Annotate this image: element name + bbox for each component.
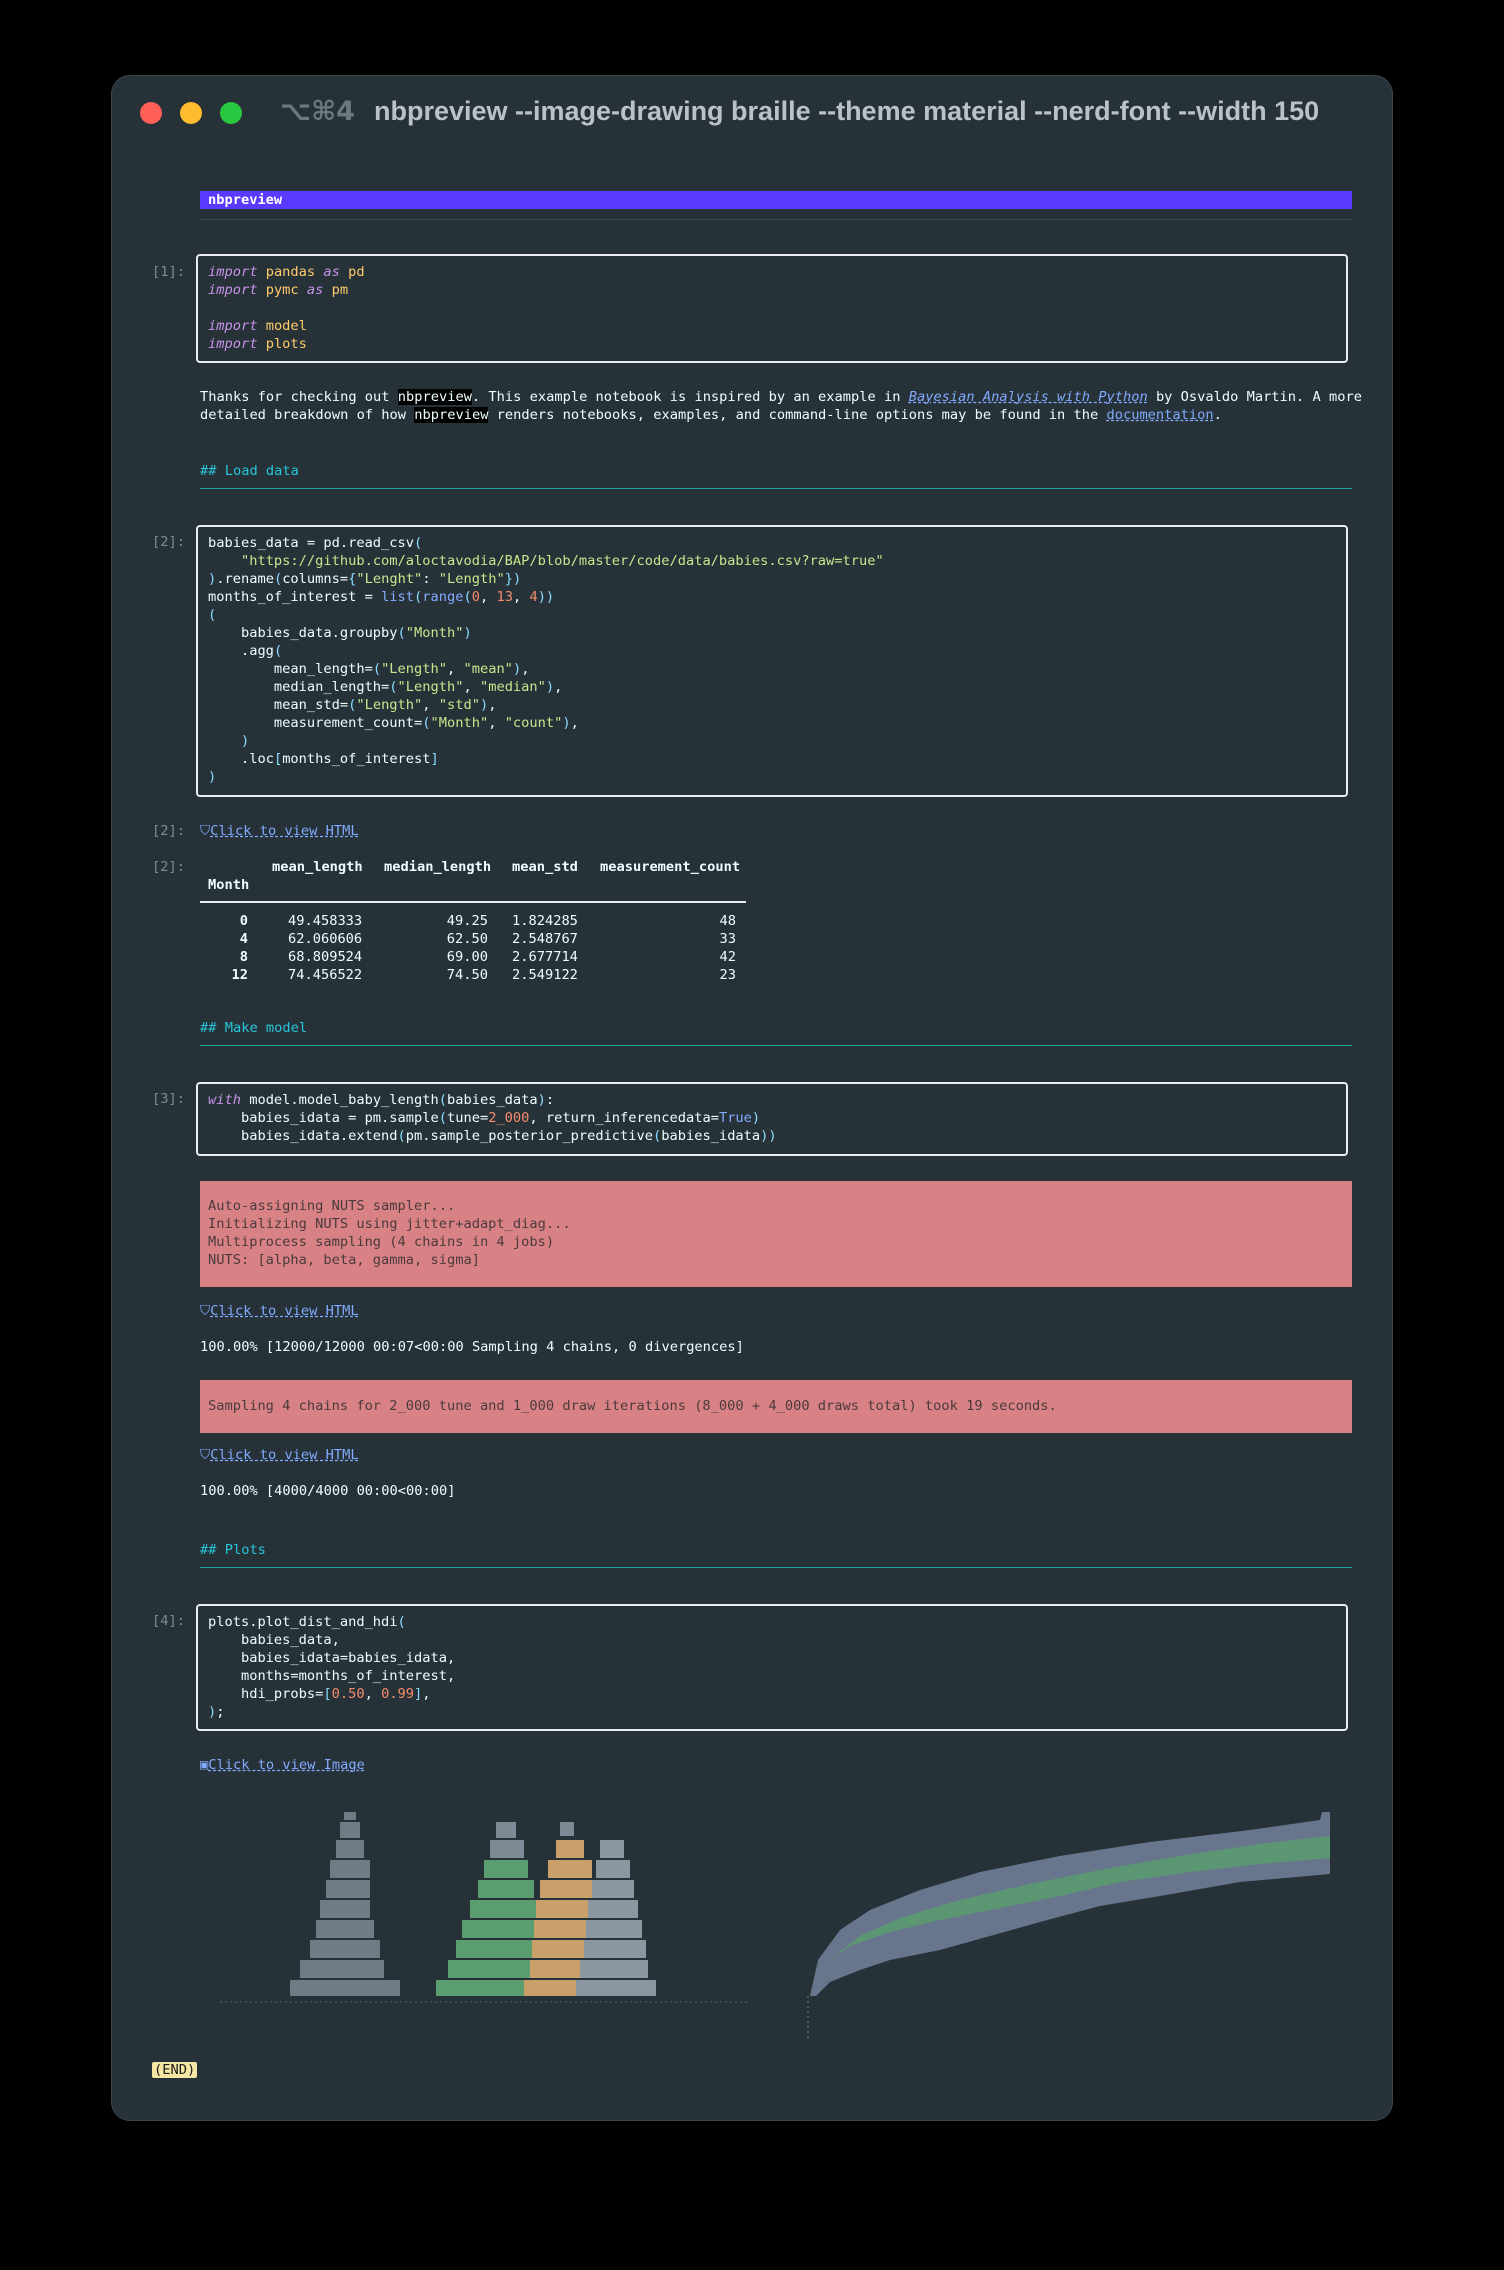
terminal-window: ⌥⌘4 nbpreview --image-drawing braille --…	[112, 76, 1392, 2120]
code-cell-1[interactable]: import pandas as pd import pymc as pm im…	[196, 254, 1348, 363]
minimize-window-button[interactable]	[180, 102, 202, 124]
table-row: 12 74.456522 74.50 2.549122 23	[231, 967, 736, 983]
heading-load-data: ## Load data	[200, 463, 299, 479]
table-row: 0 49.458333 49.25 1.824285 48	[239, 913, 736, 929]
heading-rule	[200, 1045, 1352, 1046]
histogram-month-4	[436, 1822, 540, 1996]
column-header: measurement_count	[600, 859, 741, 875]
heading-rule	[200, 488, 1352, 489]
table-row: 4 62.060606 62.50 2.548767 33	[239, 931, 736, 947]
code-load-data: babies_data = pd.read_csv( "https://gith…	[208, 535, 884, 785]
dataframe-table: mean_length median_length mean_std measu…	[200, 858, 760, 983]
view-html-link-2[interactable]: ⛉Click to view HTML	[200, 1302, 359, 1320]
book-link[interactable]: Bayesian Analysis with Python	[909, 389, 1148, 405]
heading-make-model: ## Make model	[200, 1020, 308, 1036]
column-header: mean_std	[512, 859, 578, 875]
code-plot: plots.plot_dist_and_hdi( babies_data, ba…	[208, 1614, 456, 1720]
code-cell-3[interactable]: with model.model_baby_length(babies_data…	[196, 1082, 1348, 1156]
header-rule	[200, 219, 1352, 220]
cell-prompt: [1]:	[152, 264, 185, 280]
pager-end-marker: (END)	[152, 2062, 198, 2078]
zoom-window-button[interactable]	[220, 102, 242, 124]
stderr-output: Auto-assigning NUTS sampler... Initializ…	[200, 1181, 1352, 1287]
code-imports: import pandas as pd import pymc as pm im…	[208, 264, 365, 352]
html-file-icon: ⛉	[200, 823, 211, 839]
index-header: Month	[208, 877, 250, 893]
braille-plot-image	[220, 1812, 1330, 2040]
histogram-month-0	[290, 1812, 400, 1996]
cell-prompt: [4]:	[152, 1613, 185, 1629]
cell-prompt: [2]:	[152, 534, 185, 550]
html-file-icon: ⛉	[200, 1303, 211, 1319]
view-html-link-3[interactable]: ⛉Click to view HTML	[200, 1446, 359, 1464]
intro-paragraph: Thanks for checking out nbpreview. This …	[200, 389, 1362, 423]
close-window-button[interactable]	[140, 102, 162, 124]
progress-output: 100.00% [4000/4000 00:00<00:00]	[200, 1483, 456, 1499]
html-file-icon: ⛉	[200, 1447, 211, 1463]
heading-rule	[200, 1567, 1352, 1568]
notebook-name: nbpreview	[208, 192, 283, 208]
hdi-band-outer	[810, 1812, 1330, 1996]
notebook-header-bar: nbpreview	[200, 191, 1352, 209]
output-prompt: [2]:	[152, 859, 185, 875]
column-header: mean_length	[272, 859, 363, 875]
view-html-link-1[interactable]: ⛉Click to view HTML	[200, 822, 359, 840]
view-image-link[interactable]: ▣Click to view Image	[200, 1756, 365, 1774]
stderr-output: Sampling 4 chains for 2_000 tune and 1_0…	[200, 1380, 1352, 1433]
cell-prompt: [3]:	[152, 1091, 185, 1107]
table-row: 8 68.809524 69.00 2.677714 42	[239, 949, 736, 965]
window-title: nbpreview --image-drawing braille --them…	[374, 96, 1320, 126]
tab-shortcut: ⌥⌘4	[280, 96, 355, 127]
table-rule	[200, 901, 746, 903]
output-prompt: [2]:	[152, 823, 185, 839]
heading-plots: ## Plots	[200, 1542, 266, 1558]
title-bar: ⌥⌘4 nbpreview --image-drawing braille --…	[112, 76, 1392, 148]
progress-output: 100.00% [12000/12000 00:07<00:00 Samplin…	[200, 1339, 744, 1355]
code-cell-2[interactable]: babies_data = pd.read_csv( "https://gith…	[196, 525, 1348, 797]
image-file-icon: ▣	[200, 1757, 209, 1773]
code-cell-4[interactable]: plots.plot_dist_and_hdi( babies_data, ba…	[196, 1604, 1348, 1731]
documentation-link[interactable]: documentation	[1106, 407, 1213, 423]
column-header: median_length	[384, 859, 492, 875]
code-sample: with model.model_baby_length(babies_data…	[208, 1092, 777, 1144]
